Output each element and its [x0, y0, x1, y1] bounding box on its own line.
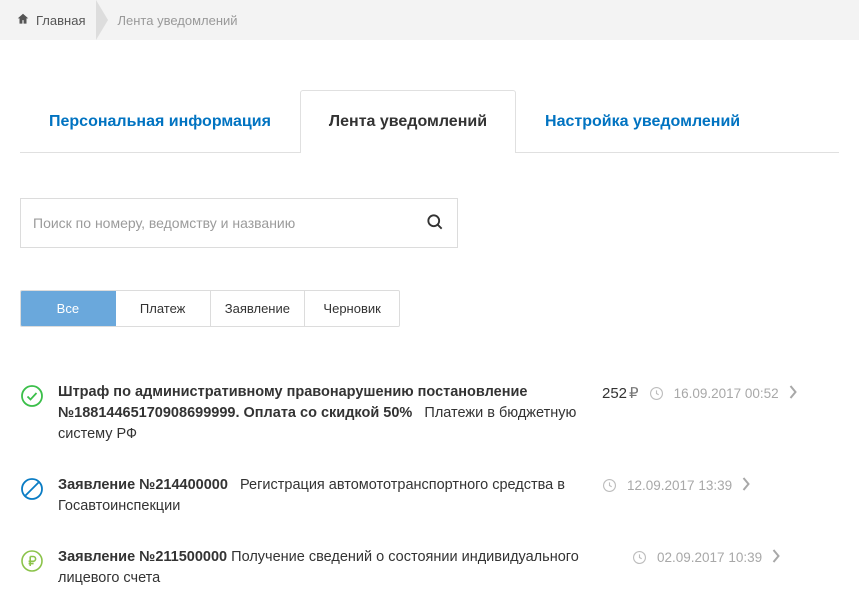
- tab-notification-settings[interactable]: Настройка уведомлений: [516, 90, 769, 153]
- breadcrumb-home-label: Главная: [36, 13, 85, 28]
- item-title: Заявление №211500000: [58, 549, 227, 565]
- filter-payment[interactable]: Платеж: [116, 291, 211, 326]
- chevron-right-icon: [772, 549, 780, 566]
- clock-icon: [632, 550, 647, 565]
- item-meta: 252₽ 16.09.2017 00:52: [602, 384, 797, 402]
- chevron-right-icon: [742, 477, 750, 494]
- ruble-circle-icon: [20, 549, 44, 573]
- breadcrumb-current: Лента уведомлений: [109, 13, 249, 28]
- item-body: Штраф по административному правонарушени…: [58, 382, 588, 445]
- notification-list: Штраф по административному правонарушени…: [20, 367, 839, 604]
- breadcrumb-current-label: Лента уведомлений: [117, 13, 237, 28]
- breadcrumb-separator-icon: [97, 0, 109, 40]
- breadcrumb-home[interactable]: Главная: [16, 12, 97, 29]
- item-body: Заявление №214400000 Регистрация автомот…: [58, 475, 588, 517]
- list-item[interactable]: Заявление №214400000 Регистрация автомот…: [20, 460, 839, 532]
- list-item[interactable]: Заявление №211500000 Получение сведений …: [20, 532, 839, 604]
- item-date: 02.09.2017 10:39: [657, 550, 762, 565]
- clock-icon: [649, 386, 664, 401]
- list-item[interactable]: Штраф по административному правонарушени…: [20, 367, 839, 460]
- ruble-icon: ₽: [629, 385, 639, 402]
- item-date: 12.09.2017 13:39: [627, 478, 732, 493]
- search-input[interactable]: [33, 215, 425, 231]
- chevron-right-icon: [789, 385, 797, 402]
- tab-notifications-feed[interactable]: Лента уведомлений: [300, 90, 516, 153]
- item-meta: 12.09.2017 13:39: [602, 477, 750, 494]
- item-date: 16.09.2017 00:52: [674, 386, 779, 401]
- profile-tabs: Персональная информация Лента уведомлени…: [20, 90, 839, 153]
- home-icon: [16, 12, 30, 29]
- tab-personal-info[interactable]: Персональная информация: [20, 90, 300, 153]
- filter-application[interactable]: Заявление: [211, 291, 306, 326]
- item-amount: 252₽: [602, 384, 639, 402]
- filter-group: Все Платеж Заявление Черновик: [20, 290, 400, 327]
- filter-draft[interactable]: Черновик: [305, 291, 399, 326]
- item-title: Заявление №214400000: [58, 477, 228, 493]
- search-icon[interactable]: [425, 212, 445, 235]
- item-body: Заявление №211500000 Получение сведений …: [58, 547, 618, 589]
- item-meta: 02.09.2017 10:39: [632, 549, 780, 566]
- check-circle-icon: [20, 384, 44, 408]
- search-box[interactable]: [20, 198, 458, 248]
- clock-icon: [602, 478, 617, 493]
- breadcrumb: Главная Лента уведомлений: [0, 0, 859, 40]
- filter-all[interactable]: Все: [21, 291, 116, 326]
- no-symbol-icon: [20, 477, 44, 501]
